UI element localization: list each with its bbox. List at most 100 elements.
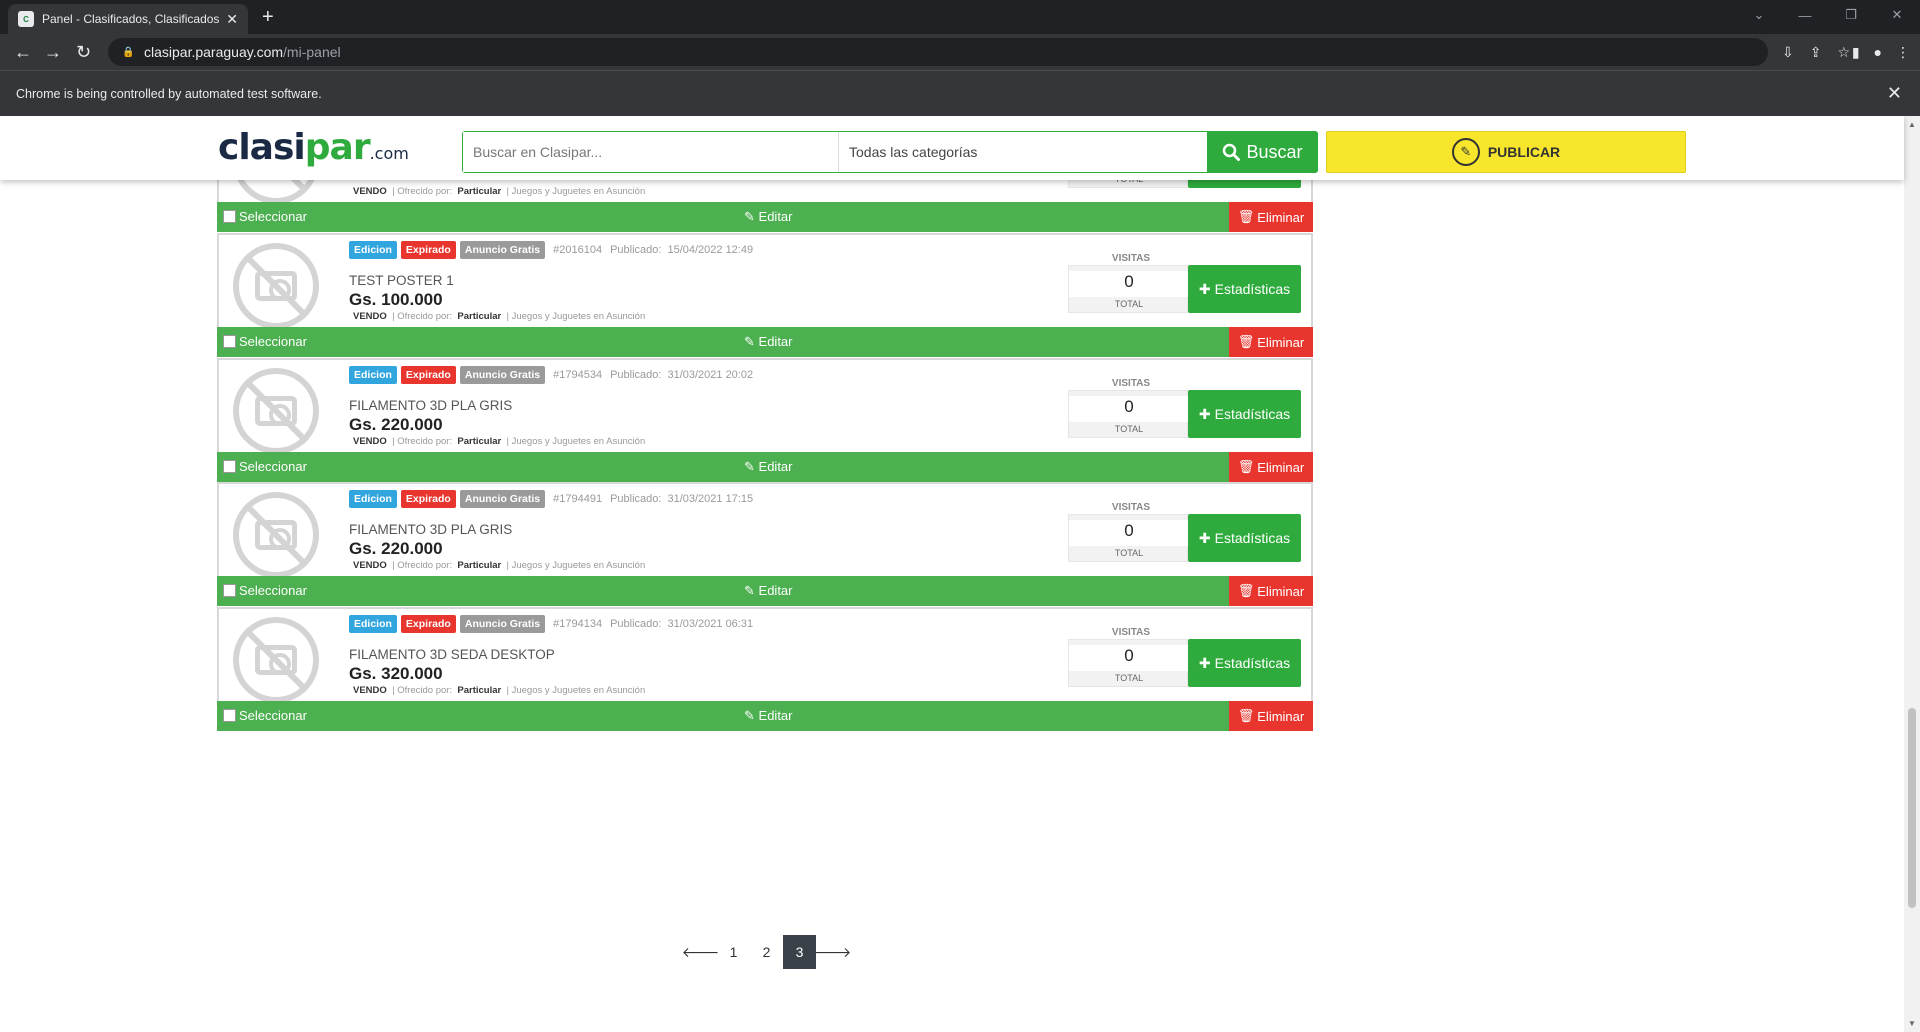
tab-close-icon[interactable]: ✕: [226, 11, 238, 28]
edit-button[interactable]: ✎ Editar: [744, 583, 793, 599]
listing-action-bar: Seleccionar ✎ Editar 🗑 Eliminar: [217, 452, 1313, 482]
site-favicon-icon: C: [18, 11, 34, 27]
badge-edit[interactable]: Edicion: [349, 366, 397, 384]
infobar-close-icon[interactable]: ✕: [1887, 83, 1902, 104]
listing-title[interactable]: FILAMENTO 3D PLA GRIS: [349, 398, 512, 413]
badge-expired: Expirado: [400, 366, 456, 384]
offered-by-label: Ofrecido por:: [397, 311, 453, 322]
install-icon[interactable]: ⇩: [1782, 44, 1794, 61]
trash-icon: 🗑: [1237, 583, 1255, 598]
delete-button[interactable]: 🗑 Eliminar: [1229, 576, 1313, 606]
browser-toolbar: ← → ↻ 🔒 clasipar.paraguay.com/mi-panel ⇩…: [0, 34, 1920, 70]
delete-button[interactable]: 🗑 Eliminar: [1229, 452, 1313, 482]
statistics-button[interactable]: ✚ Estadísticas: [1188, 514, 1301, 562]
next-page-icon[interactable]: 🡒: [814, 935, 852, 969]
select-checkbox[interactable]: Seleccionar: [223, 334, 307, 349]
restore-icon[interactable]: ❐: [1828, 0, 1874, 30]
seller-type: Particular: [457, 186, 502, 197]
edit-button[interactable]: ✎ Editar: [744, 708, 793, 724]
minimize-icon[interactable]: —: [1782, 0, 1828, 30]
delete-button[interactable]: 🗑 Eliminar: [1229, 202, 1313, 232]
badge-expired: Expirado: [400, 490, 456, 508]
no-image-camera-icon[interactable]: [233, 617, 319, 703]
prev-page-icon[interactable]: 🡐: [682, 935, 720, 969]
address-bar[interactable]: 🔒 clasipar.paraguay.com/mi-panel: [108, 38, 1768, 66]
select-checkbox[interactable]: Seleccionar: [223, 583, 307, 598]
browser-tab[interactable]: C Panel - Clasificados, Clasificados ✕: [8, 4, 248, 34]
visits-count: 0: [1069, 520, 1189, 546]
url-path: /mi-panel: [283, 44, 341, 60]
no-image-camera-icon[interactable]: [233, 492, 319, 578]
scroll-up-icon[interactable]: ▲: [1908, 120, 1916, 129]
listing-title[interactable]: FILAMENTO 3D PLA GRIS: [349, 522, 512, 537]
badge-edit[interactable]: Edicion: [349, 241, 397, 259]
profile-icon[interactable]: ●: [1874, 44, 1882, 61]
menu-kebab-icon[interactable]: ⋮: [1896, 44, 1910, 61]
listing-title[interactable]: TEST POSTER 1: [349, 273, 454, 288]
visits-count: 0: [1069, 645, 1189, 671]
site-logo[interactable]: clasipar.com: [218, 130, 409, 172]
statistics-button[interactable]: ✚ Estadísticas: [1188, 390, 1301, 438]
badge-edit[interactable]: Edicion: [349, 490, 397, 508]
select-checkbox[interactable]: Seleccionar: [223, 708, 307, 723]
delete-button[interactable]: 🗑 Eliminar: [1229, 327, 1313, 357]
listing-details: VENDO | Ofrecido por: Particular | Juego…: [353, 186, 646, 197]
edit-button[interactable]: ✎ Editar: [744, 209, 793, 225]
publish-button[interactable]: ✎ PUBLICAR: [1326, 131, 1686, 173]
search-button-label: Buscar: [1246, 141, 1303, 162]
bookmark-star-icon[interactable]: ☆: [1837, 44, 1850, 61]
page-3-current[interactable]: 3: [783, 935, 816, 969]
statistics-button[interactable]: ✚ Estadísticas: [1188, 265, 1301, 313]
new-tab-icon[interactable]: +: [262, 6, 274, 28]
statistics-button[interactable]: ✚ Estadísticas: [1188, 639, 1301, 687]
close-window-icon[interactable]: ✕: [1874, 0, 1920, 30]
no-image-camera-icon[interactable]: [233, 368, 319, 454]
visits-label: VISITAS: [1111, 253, 1151, 264]
select-label: Seleccionar: [239, 583, 307, 598]
listing-title[interactable]: FILAMENTO 3D SEDA DESKTOP: [349, 647, 555, 662]
listing-badges: Edicion Expirado Anuncio Gratis #1794134…: [349, 615, 753, 633]
scroll-thumb[interactable]: [1908, 708, 1916, 908]
search-button[interactable]: Buscar: [1207, 131, 1318, 173]
published-date: 31/03/2021 06:31: [667, 618, 754, 630]
select-checkbox[interactable]: Seleccionar: [223, 209, 307, 224]
visits-count: 0: [1069, 271, 1189, 297]
tab-search-icon[interactable]: ⌄: [1736, 0, 1782, 30]
pagination: 🡐 1 2 3 🡒: [682, 935, 852, 969]
page-2[interactable]: 2: [750, 935, 783, 969]
lock-icon[interactable]: 🔒: [122, 47, 134, 58]
back-icon[interactable]: ←: [14, 42, 32, 62]
no-image-camera-icon[interactable]: [233, 243, 319, 329]
checkbox[interactable]: [223, 210, 236, 223]
edit-label: Editar: [758, 459, 793, 474]
listing-badges: Edicion Expirado Anuncio Gratis #2016104…: [349, 241, 753, 259]
edit-label: Editar: [758, 583, 793, 598]
select-checkbox[interactable]: Seleccionar: [223, 459, 307, 474]
listing-price: Gs. 220.000: [349, 539, 443, 558]
page-scrollbar[interactable]: ▲ ▼: [1904, 116, 1920, 1032]
forward-icon[interactable]: →: [44, 42, 62, 62]
edit-button[interactable]: ✎ Editar: [744, 459, 793, 475]
badge-free-ad: Anuncio Gratis: [459, 615, 546, 633]
page-1[interactable]: 1: [717, 935, 750, 969]
scroll-down-icon[interactable]: ▼: [1908, 1019, 1916, 1028]
side-panel-icon[interactable]: ▮: [1852, 44, 1860, 61]
checkbox[interactable]: [223, 335, 236, 348]
listing-id: #2016104: [553, 244, 603, 256]
reload-icon[interactable]: ↻: [76, 42, 91, 62]
delete-button[interactable]: 🗑 Eliminar: [1229, 701, 1313, 731]
checkbox[interactable]: [223, 709, 236, 722]
share-icon[interactable]: ⇪: [1810, 44, 1822, 61]
category-location: Juegos y Juguetes en Asunción: [511, 311, 646, 322]
trash-icon: 🗑: [1237, 708, 1255, 723]
checkbox[interactable]: [223, 584, 236, 597]
checkbox[interactable]: [223, 460, 236, 473]
badge-edit[interactable]: Edicion: [349, 615, 397, 633]
delete-label: Eliminar: [1257, 583, 1305, 599]
category-location: Juegos y Juguetes en Asunción: [511, 685, 646, 696]
edit-button[interactable]: ✎ Editar: [744, 334, 793, 350]
listing-badges: Edicion Expirado Anuncio Gratis #1794534…: [349, 366, 753, 384]
seller-type: Particular: [457, 685, 502, 696]
listing-operation: VENDO: [353, 186, 387, 197]
search-input[interactable]: [463, 132, 839, 172]
